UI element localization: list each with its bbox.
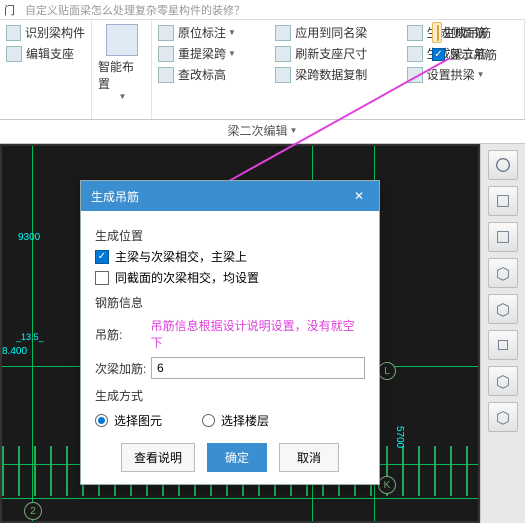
btn-set-arch[interactable]: 设置拱梁▼: [407, 66, 518, 83]
tool-cube-3[interactable]: [488, 258, 518, 288]
btn-orig-label[interactable]: 原位标注▼: [158, 24, 267, 41]
ribbon: 识别梁构件 编辑支座 智能布置 ▼ 原位标注▼ 应用到同名梁 生成侧面筋 重提梁…: [0, 20, 525, 120]
btn-ok[interactable]: 确定: [207, 443, 267, 472]
btn-apply-same[interactable]: 应用到同名梁: [275, 24, 398, 41]
dim-8400: 8.400: [2, 346, 27, 357]
axis-2: 2: [24, 502, 42, 520]
tool-cube-6[interactable]: [488, 402, 518, 432]
opt-main-secondary[interactable]: 主梁与次梁相交，主梁上: [95, 248, 365, 265]
dim-9300: 9300: [18, 232, 40, 243]
btn-gen-stirrup[interactable]: 生成吊筋: [432, 22, 442, 43]
tool-cube-1[interactable]: [488, 186, 518, 216]
title-bar: 门 自定义贴面梁怎么处理复杂零星构件的装修？: [0, 0, 525, 20]
btn-cancel[interactable]: 取消: [279, 443, 339, 472]
section-rebar: 钢筋信息: [95, 294, 365, 311]
axis-k: K: [378, 476, 396, 494]
label-stirrup: 吊筋:: [95, 326, 151, 343]
checkbox-icon: [95, 271, 109, 285]
tool-cube-4[interactable]: [488, 294, 518, 324]
input-extra[interactable]: [151, 357, 365, 379]
btn-refresh-support[interactable]: 刷新支座尺寸: [275, 45, 398, 62]
ribbon-tab[interactable]: 梁二次编辑 ▼: [0, 120, 525, 144]
dim-5700: 5700: [394, 426, 405, 448]
smart-layout-icon: [106, 24, 138, 56]
chevron-down-icon: ▼: [290, 126, 298, 135]
chk-show-stirrup[interactable]: 显示吊筋: [432, 46, 497, 63]
chevron-down-icon: ▼: [119, 92, 127, 101]
opt-same-section[interactable]: 同截面的次梁相交，均设置: [95, 269, 365, 286]
title-name: 门: [4, 2, 15, 18]
tool-square[interactable]: [488, 330, 518, 360]
section-method: 生成方式: [95, 387, 365, 404]
btn-edit-support[interactable]: 编辑支座: [6, 45, 85, 62]
radio-icon: [202, 414, 215, 427]
tool-cube-5[interactable]: [488, 366, 518, 396]
btn-help[interactable]: 查看说明: [121, 443, 195, 472]
btn-check-elev[interactable]: 查改标高: [158, 66, 267, 83]
section-position: 生成位置: [95, 227, 365, 244]
annotation-hint: 吊筋信息根据设计说明设置，没有就空下: [151, 317, 365, 351]
btn-identify-beam[interactable]: 识别梁构件: [6, 24, 85, 41]
tool-orbit[interactable]: [488, 150, 518, 180]
dialog-gen-stirrup: 生成吊筋 ✕ 生成位置 主梁与次梁相交，主梁上 同截面的次梁相交，均设置 钢筋信…: [80, 180, 380, 485]
radio-icon: [95, 414, 108, 427]
view-tools: [480, 144, 525, 523]
checkbox-icon: [432, 48, 445, 61]
label-extra: 次梁加筋:: [95, 360, 151, 377]
btn-smart-layout[interactable]: 智能布置 ▼: [98, 24, 145, 101]
btn-copy-span[interactable]: 梁跨数据复制: [275, 66, 398, 83]
close-icon[interactable]: ✕: [349, 187, 369, 205]
dim-135: _13.5_: [16, 332, 44, 342]
dialog-title: 生成吊筋: [91, 188, 139, 205]
title-question: 自定义贴面梁怎么处理复杂零星构件的装修？: [25, 2, 245, 18]
dialog-header[interactable]: 生成吊筋 ✕: [81, 181, 379, 211]
tool-cube-2[interactable]: [488, 222, 518, 252]
radio-select-floor[interactable]: 选择楼层: [202, 412, 269, 429]
checkbox-icon: [95, 250, 109, 264]
axis-l: L: [378, 362, 396, 380]
edit-icon: [6, 46, 22, 62]
btn-respan[interactable]: 重提梁跨▼: [158, 45, 267, 62]
identify-icon: [6, 25, 21, 41]
radio-select-element[interactable]: 选择图元: [95, 412, 162, 429]
